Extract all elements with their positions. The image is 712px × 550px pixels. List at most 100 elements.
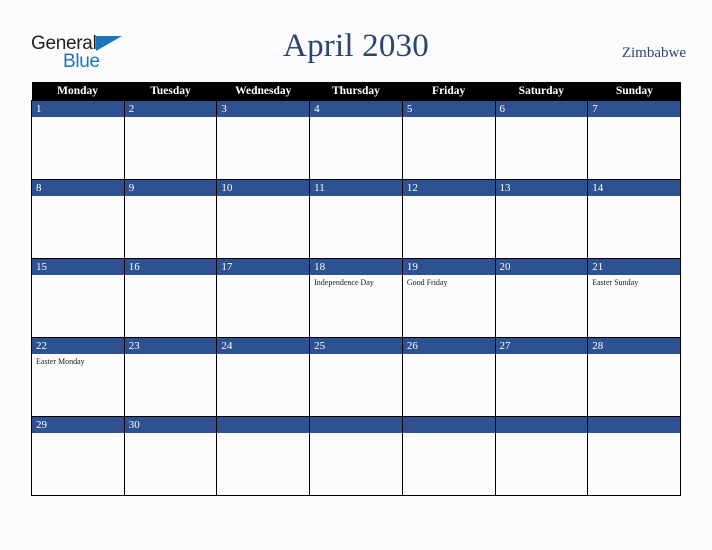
calendar-day-cell[interactable]: 13: [494, 179, 589, 259]
day-events: [588, 196, 680, 258]
calendar-day-cell[interactable]: 22 Easter Monday: [31, 337, 125, 417]
day-events: Independence Day: [310, 275, 402, 337]
day-number: 7: [588, 101, 680, 117]
day-events: [32, 196, 124, 258]
calendar-day-cell[interactable]: 15: [31, 258, 125, 338]
day-events: [310, 433, 402, 495]
day-number: 23: [124, 338, 217, 354]
day-events: [125, 196, 217, 258]
calendar-day-cell[interactable]: 3: [216, 100, 311, 180]
day-number: 18: [310, 259, 402, 275]
day-number: 17: [217, 259, 310, 275]
day-events: [125, 275, 217, 337]
day-events: [32, 117, 124, 179]
day-number: 6: [495, 101, 588, 117]
calendar-day-cell[interactable]: 17: [216, 258, 311, 338]
day-events: [310, 117, 402, 179]
day-number: 16: [124, 259, 217, 275]
day-events: [496, 433, 588, 495]
weekday-header-monday: Monday: [31, 82, 125, 101]
day-number: [310, 417, 402, 433]
day-number: 3: [217, 101, 310, 117]
day-events: Good Friday: [403, 275, 495, 337]
weekday-header-thursday: Thursday: [309, 82, 403, 101]
holiday-label: Good Friday: [406, 278, 448, 287]
day-number: 26: [402, 338, 495, 354]
calendar-day-cell[interactable]: 11: [309, 179, 403, 259]
calendar-day-cell[interactable]: 10: [216, 179, 311, 259]
day-events: [588, 117, 680, 179]
calendar-day-cell[interactable]: 26: [401, 337, 496, 417]
calendar-day-cell[interactable]: 18 Independence Day: [309, 258, 403, 338]
day-number: [402, 417, 495, 433]
calendar-week-row: 1234567: [31, 100, 681, 180]
calendar-day-cell[interactable]: 30: [123, 416, 218, 496]
day-number: 28: [588, 338, 680, 354]
calendar-day-cell[interactable]: 29: [31, 416, 125, 496]
day-number: [588, 417, 680, 433]
day-events: [217, 354, 309, 416]
day-number: 29: [32, 417, 124, 433]
day-number: 8: [32, 180, 124, 196]
calendar-day-cell[interactable]: 2: [123, 100, 218, 180]
day-events: [496, 196, 588, 258]
day-number: 15: [32, 259, 124, 275]
calendar-grid: Monday Tuesday Wednesday Thursday Friday…: [31, 82, 681, 496]
day-number: 22: [32, 338, 124, 354]
calendar-empty-cell: [309, 416, 403, 496]
calendar-day-cell[interactable]: 6: [494, 100, 589, 180]
calendar-day-cell[interactable]: 8: [31, 179, 125, 259]
day-number: 20: [495, 259, 588, 275]
day-number: 10: [217, 180, 310, 196]
day-events: [217, 433, 309, 495]
calendar-day-cell[interactable]: 27: [494, 337, 589, 417]
calendar-day-cell[interactable]: 1: [31, 100, 125, 180]
calendar-week-row: 22 Easter Monday 23 24 25 26 27 28: [31, 337, 681, 417]
day-events: [496, 275, 588, 337]
day-events: [310, 196, 402, 258]
holiday-label: Easter Sunday: [592, 278, 639, 287]
calendar-week-row: 29 30: [31, 416, 681, 496]
day-events: [217, 275, 309, 337]
calendar-day-cell[interactable]: 16: [123, 258, 218, 338]
calendar-empty-cell: [216, 416, 311, 496]
calendar-day-cell[interactable]: 19 Good Friday: [401, 258, 496, 338]
day-number: 2: [124, 101, 217, 117]
day-number: 9: [124, 180, 217, 196]
calendar-day-cell[interactable]: 23: [123, 337, 218, 417]
day-number: 25: [310, 338, 402, 354]
calendar-day-cell[interactable]: 4: [309, 100, 403, 180]
day-events: [32, 275, 124, 337]
holiday-label: Independence Day: [314, 278, 374, 287]
day-events: [403, 433, 495, 495]
day-events: Easter Monday: [32, 354, 124, 416]
day-events: Easter Sunday: [588, 275, 680, 337]
weekday-header-sunday: Sunday: [587, 82, 681, 101]
day-events: [496, 117, 588, 179]
day-number: 27: [495, 338, 588, 354]
weekday-header-friday: Friday: [401, 82, 496, 101]
calendar-day-cell[interactable]: 9: [123, 179, 218, 259]
calendar-day-cell[interactable]: 24: [216, 337, 311, 417]
calendar-day-cell[interactable]: 12: [401, 179, 496, 259]
day-number: 13: [495, 180, 588, 196]
day-events: [125, 433, 217, 495]
day-number: [495, 417, 588, 433]
calendar-day-cell[interactable]: 28: [587, 337, 681, 417]
day-events: [403, 354, 495, 416]
calendar-day-cell[interactable]: 7: [587, 100, 681, 180]
day-events: [496, 354, 588, 416]
calendar-weekday-header-row: Monday Tuesday Wednesday Thursday Friday…: [31, 82, 681, 101]
day-number: 14: [588, 180, 680, 196]
day-number: 11: [310, 180, 402, 196]
day-number: 4: [310, 101, 402, 117]
calendar-day-cell[interactable]: 14: [587, 179, 681, 259]
calendar-day-cell[interactable]: 25: [309, 337, 403, 417]
day-events: [217, 196, 309, 258]
day-events: [125, 354, 217, 416]
calendar-day-cell[interactable]: 21 Easter Sunday: [587, 258, 681, 338]
calendar-day-cell[interactable]: 20: [494, 258, 589, 338]
calendar-day-cell[interactable]: 5: [401, 100, 496, 180]
weekday-header-saturday: Saturday: [494, 82, 588, 101]
day-number: 5: [402, 101, 495, 117]
